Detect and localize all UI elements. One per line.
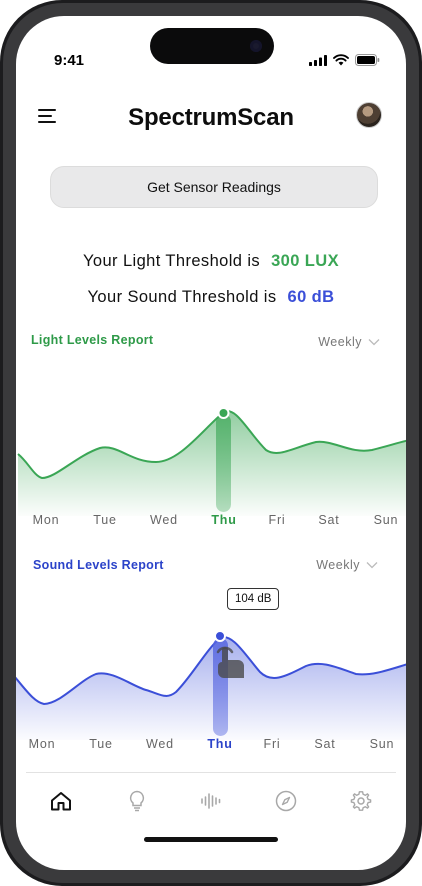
light-threshold-value: 300 LUX [271, 252, 339, 270]
sound-peak-marker[interactable] [214, 630, 226, 642]
wifi-icon [333, 54, 349, 66]
sound-period-dropdown[interactable]: Weekly [316, 558, 378, 572]
tab-light[interactable] [122, 786, 152, 816]
compass-icon [275, 790, 297, 812]
status-icons [309, 54, 380, 66]
light-threshold-label: Your Light Threshold is [83, 252, 261, 270]
chevron-down-icon [366, 562, 378, 569]
sound-threshold-value: 60 dB [287, 288, 335, 306]
screen: 9:41 SpectrumScan Get Sensor Readings Yo… [16, 16, 406, 870]
tab-home[interactable] [46, 786, 76, 816]
status-time: 9:41 [54, 52, 85, 69]
tab-explore[interactable] [271, 786, 301, 816]
sound-day-mon[interactable]: Mon [29, 737, 56, 751]
sound-day-sat[interactable]: Sat [314, 737, 335, 751]
lightbulb-icon [129, 790, 145, 812]
light-day-sat[interactable]: Sat [318, 513, 339, 527]
home-icon [51, 792, 71, 811]
sound-threshold: Your Sound Threshold is 60 dB [16, 288, 406, 307]
get-sensor-readings-button[interactable]: Get Sensor Readings [50, 166, 378, 208]
tab-settings[interactable] [346, 786, 376, 816]
tab-bar-divider [26, 772, 396, 773]
light-day-thu[interactable]: Thu [211, 513, 236, 527]
sound-day-thu[interactable]: Thu [207, 737, 232, 751]
sound-day-sun[interactable]: Sun [370, 737, 395, 751]
sound-day-wed[interactable]: Wed [146, 737, 174, 751]
light-peak-marker[interactable] [217, 407, 230, 419]
sound-wave-icon [201, 793, 221, 809]
cellular-signal-icon [309, 54, 327, 66]
sound-tooltip: 104 dB [227, 588, 280, 610]
light-day-sun[interactable]: Sun [374, 513, 399, 527]
light-period-dropdown[interactable]: Weekly [318, 335, 380, 349]
light-period-label: Weekly [318, 335, 362, 349]
battery-icon [355, 54, 380, 66]
gear-icon [350, 791, 372, 811]
sound-period-label: Weekly [316, 558, 360, 572]
sound-chart [16, 630, 406, 740]
sound-day-fri[interactable]: Fri [264, 737, 281, 751]
light-threshold: Your Light Threshold is 300 LUX [16, 252, 406, 271]
sound-threshold-label: Your Sound Threshold is [87, 288, 277, 306]
light-day-wed[interactable]: Wed [150, 513, 178, 527]
chevron-down-icon [368, 339, 380, 346]
sound-report-title: Sound Levels Report [33, 558, 164, 572]
home-indicator [144, 837, 278, 842]
sound-day-tue[interactable]: Tue [89, 737, 112, 751]
light-report-title: Light Levels Report [31, 333, 154, 347]
avatar[interactable] [356, 102, 382, 128]
light-area [18, 411, 406, 516]
camera-icon [250, 40, 262, 52]
light-day-tue[interactable]: Tue [93, 513, 116, 527]
light-highlight-bar[interactable] [216, 414, 231, 512]
app-title: SpectrumScan [128, 104, 294, 131]
dynamic-island [150, 28, 274, 64]
phone-frame: 9:41 SpectrumScan Get Sensor Readings Yo… [0, 0, 422, 886]
light-day-fri[interactable]: Fri [269, 513, 286, 527]
tab-sound[interactable] [196, 786, 226, 816]
tab-bar [16, 786, 406, 816]
light-chart [17, 407, 406, 516]
light-day-mon[interactable]: Mon [33, 513, 60, 527]
